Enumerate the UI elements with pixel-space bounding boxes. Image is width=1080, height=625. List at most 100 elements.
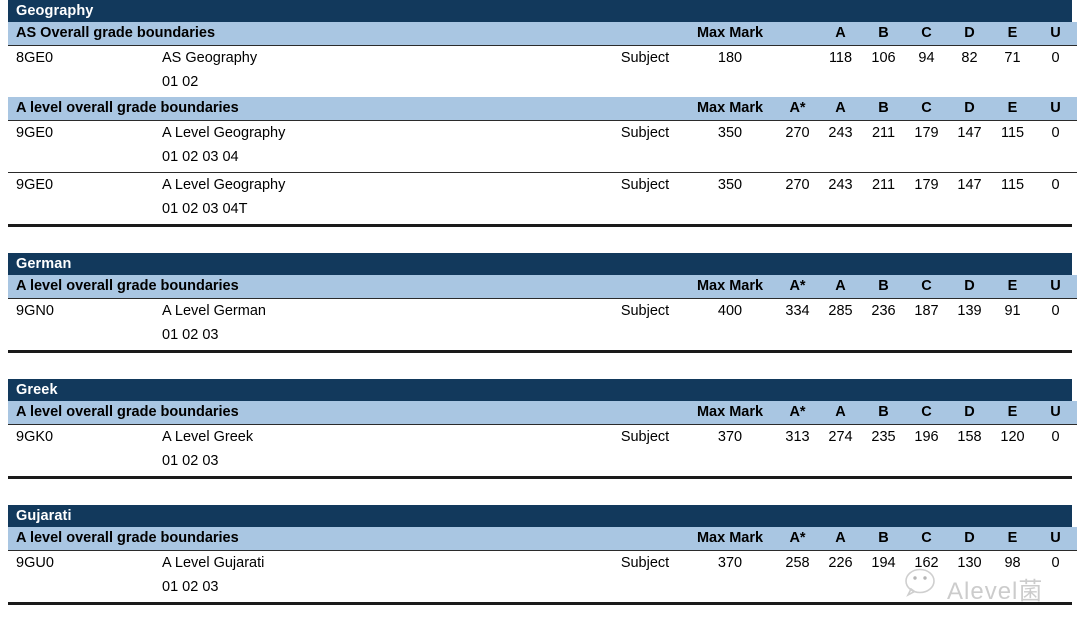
units-row: 01 02 03 04: [8, 146, 1077, 173]
column-header-grade-e: E: [1007, 100, 1018, 116]
max-mark-value: 370: [717, 429, 743, 445]
column-header-grade-u: U: [1050, 404, 1061, 420]
column-header-grade-b: B: [878, 404, 889, 420]
max-mark-value: 370: [717, 555, 743, 571]
grade-value-b: 211: [871, 177, 896, 193]
column-header-grade-d: D: [964, 25, 975, 41]
grade-value-c: 162: [914, 555, 939, 571]
column-header-grade-a: A: [835, 278, 846, 294]
column-header-grade-u: U: [1050, 25, 1061, 41]
boundary-header-row: A level overall grade boundaries Max Mark…: [8, 97, 1078, 121]
column-header-grade-a_star: A*: [789, 404, 806, 420]
column-header-grade-c: C: [921, 530, 932, 546]
grade-value-a: 226: [828, 555, 853, 571]
grade-value-e: 120: [1000, 429, 1025, 445]
section-bottom-rule: [8, 224, 1072, 227]
units-row-spacer: [8, 576, 86, 602]
boundary-type-label: A level overall grade boundaries: [16, 100, 239, 116]
max-mark-value: 350: [717, 125, 743, 141]
column-header-max-mark: Max Mark: [696, 278, 764, 294]
level-cell: Subject: [620, 555, 670, 571]
grade-value-c: 187: [914, 303, 939, 319]
column-header-grade-e: E: [1007, 404, 1018, 420]
column-header-grade-u: U: [1050, 278, 1061, 294]
subject-section: Greek A level overall grade boundaries Max…: [0, 379, 1080, 479]
grade-value-a: 243: [828, 177, 853, 193]
column-header-grade-e: E: [1007, 278, 1018, 294]
grade-value-d: 139: [957, 303, 982, 319]
units-row-spacer: [8, 71, 86, 97]
column-header-grade-c: C: [921, 278, 932, 294]
column-header-blank: [776, 22, 819, 46]
qualification-code: 9GU0: [16, 555, 54, 571]
grade-value-b: 194: [871, 555, 896, 571]
grade-value-u: 0: [1051, 50, 1060, 66]
grade-value-e: 115: [1000, 177, 1025, 193]
grade-value-c: 94: [918, 50, 935, 66]
column-header-grade-u: U: [1050, 100, 1061, 116]
table-row: 9GE0 A Level Geography Subject 350 270 243 211…: [8, 173, 1077, 198]
level-cell: Subject: [620, 303, 670, 319]
column-header-grade-e: E: [1007, 530, 1018, 546]
grade-value-e: 98: [1004, 555, 1021, 571]
grade-value-u: 0: [1051, 125, 1060, 141]
column-header-grade-b: B: [878, 25, 889, 41]
max-mark-value: 350: [717, 177, 743, 193]
column-header-max-mark: Max Mark: [696, 25, 764, 41]
column-header-grade-a: A: [835, 530, 846, 546]
qualification-title: AS Geography: [162, 50, 258, 66]
subject-section: German A level overall grade boundaries Ma…: [0, 253, 1080, 353]
column-header-grade-a: A: [835, 100, 846, 116]
section-bottom-rule: [8, 602, 1072, 605]
grade-value-u: 0: [1051, 177, 1060, 193]
units-row: 01 02 03: [8, 324, 1077, 350]
unit-codes: 01 02 03 04T: [162, 201, 248, 217]
table-row: 9GK0 A Level Greek Subject 370 313 274 235 196 1…: [8, 425, 1077, 450]
grade-value-c: 179: [914, 125, 939, 141]
table-row: 9GU0 A Level Gujarati Subject 370 258 226 194 1…: [8, 551, 1077, 576]
column-header-grade-b: B: [878, 100, 889, 116]
grade-value-a: 118: [828, 50, 853, 66]
boundary-type-label: AS Overall grade boundaries: [16, 25, 216, 41]
boundary-header-row: A level overall grade boundaries Max Mark…: [8, 401, 1078, 425]
level-cell: Subject: [620, 50, 670, 66]
max-mark-value: 180: [717, 50, 743, 66]
column-header-grade-d: D: [964, 404, 975, 420]
units-row: 01 02: [8, 71, 1077, 97]
grade-value-d: 147: [957, 125, 982, 141]
column-header-grade-a_star: A*: [789, 530, 806, 546]
qualification-code: 9GK0: [16, 429, 54, 445]
level-cell: Subject: [620, 177, 670, 193]
column-header-grade-b: B: [878, 278, 889, 294]
unit-codes: 01 02: [162, 74, 199, 90]
subject-title-bar: Gujarati: [8, 505, 1072, 527]
column-header-max-mark: Max Mark: [696, 530, 764, 546]
sections-container: Geography AS Overall grade boundaries Max …: [0, 0, 1080, 605]
grade-boundary-table: A level overall grade boundaries Max Mark…: [8, 97, 1078, 224]
grade-value-a: 243: [828, 125, 853, 141]
boundary-header-row: A level overall grade boundaries Max Mark…: [8, 275, 1078, 299]
table-row: 8GE0 AS Geography Subject 180 118 106 94 82 71 0: [8, 46, 1077, 71]
qualification-title: A Level German: [162, 303, 266, 319]
grade-boundaries-page: Geography AS Overall grade boundaries Max …: [0, 0, 1080, 625]
column-header-grade-u: U: [1050, 530, 1061, 546]
boundary-header-row: AS Overall grade boundaries Max Mark A B C D E…: [8, 22, 1077, 46]
grade-value-c: 196: [914, 429, 939, 445]
max-mark-value: 400: [717, 303, 743, 319]
boundary-type-label: A level overall grade boundaries: [16, 404, 239, 420]
units-row-spacer: [8, 198, 86, 224]
boundary-type-label: A level overall grade boundaries: [16, 278, 239, 294]
column-header-grade-e: E: [1007, 25, 1018, 41]
column-header-grade-d: D: [964, 278, 975, 294]
column-header-grade-a: A: [835, 404, 846, 420]
grade-value-e: 91: [1004, 303, 1021, 319]
grade-value-d: 82: [961, 50, 978, 66]
units-row: 01 02 03: [8, 576, 1077, 602]
column-header-grade-a_star: A*: [789, 278, 806, 294]
grade-value-u: 0: [1051, 555, 1060, 571]
grade-value-d: 158: [957, 429, 982, 445]
column-header-grade-c: C: [921, 404, 932, 420]
table-row: 9GE0 A Level Geography Subject 350 270 243 211…: [8, 121, 1077, 146]
grade-value-b: 235: [871, 429, 896, 445]
column-header-grade-d: D: [964, 100, 975, 116]
